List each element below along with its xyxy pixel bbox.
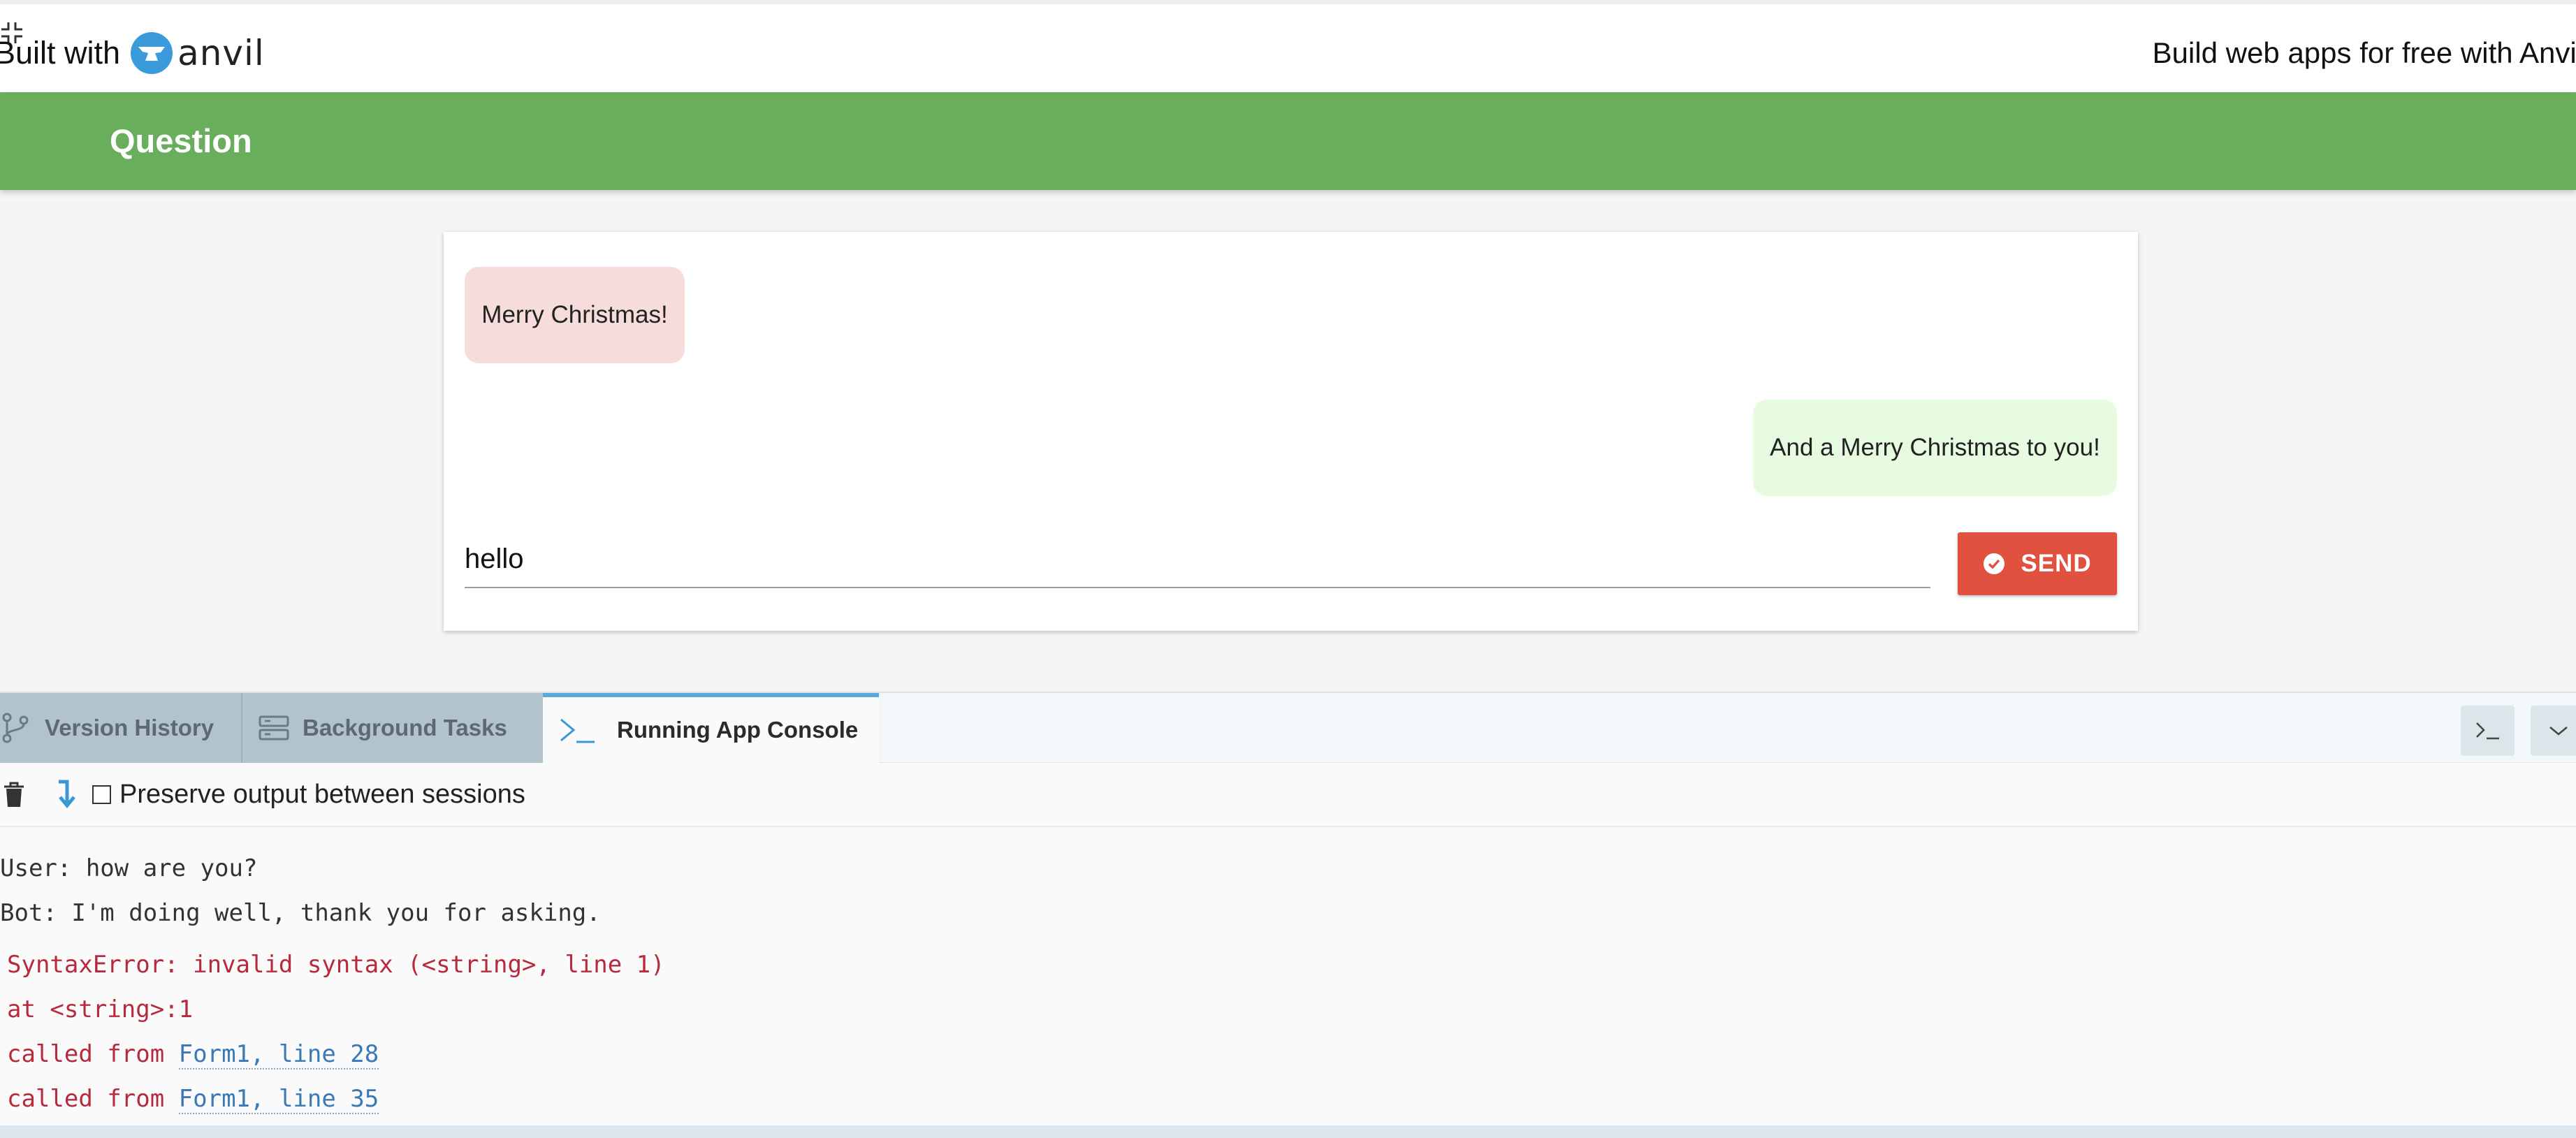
chat-card: Merry Christmas! And a Merry Christmas t… — [444, 232, 2138, 631]
bot-message-bubble: Merry Christmas! — [465, 267, 685, 363]
called-from-text: called from — [7, 1085, 165, 1113]
page-title: Question — [110, 122, 252, 159]
error-traceback-line: called from Form1, line 35 — [7, 1085, 379, 1114]
log-line: User: how are you? — [0, 854, 258, 882]
tab-label: Background Tasks — [303, 715, 507, 741]
user-message-bubble: And a Merry Christmas to you! — [1753, 400, 2117, 496]
app-header: Question — [0, 92, 2576, 190]
chevron-down-icon — [2549, 727, 2568, 736]
terminal-icon — [560, 718, 595, 743]
error-message: SyntaxError: invalid syntax (<string>, l… — [7, 951, 665, 979]
trash-icon[interactable] — [1, 780, 27, 808]
server-icon — [259, 715, 289, 741]
message-input[interactable] — [465, 531, 1930, 588]
tab-label: Running App Console — [617, 717, 859, 743]
tab-label: Version History — [45, 715, 214, 741]
anvil-wordmark: anvil — [177, 33, 265, 73]
called-from-text: called from — [7, 1040, 165, 1068]
check-circle-icon — [1984, 553, 2005, 574]
anvil-logo-icon — [131, 32, 173, 74]
error-traceback-line: called from Form1, line 28 — [7, 1040, 379, 1070]
log-line: Bot: I'm doing well, thank you for askin… — [0, 899, 601, 927]
built-with-anvil-link[interactable]: Built with anvil — [0, 31, 265, 75]
console-toolbar: Preserve output between sessions — [0, 763, 2576, 827]
collapse-panel-button[interactable] — [2531, 706, 2576, 756]
build-free-link[interactable]: Build web apps for free with Anvil — [2153, 36, 2576, 70]
send-label: SEND — [2021, 550, 2092, 577]
traceback-link-line-28[interactable]: Form1, line 28 — [178, 1040, 379, 1070]
status-strip — [0, 1125, 2576, 1138]
tab-running-app-console[interactable]: Running App Console — [543, 693, 879, 763]
send-button[interactable]: SEND — [1958, 532, 2117, 595]
panel-tab-bar: Version History Background Tasks Running… — [0, 693, 2576, 763]
traceback-link-line-35[interactable]: Form1, line 35 — [178, 1085, 379, 1114]
anvil-banner: Built with anvil Build web apps for free… — [0, 0, 2576, 92]
git-branch-icon — [2, 713, 29, 743]
open-terminal-button[interactable] — [2461, 706, 2515, 756]
tab-background-tasks[interactable]: Background Tasks — [242, 693, 543, 763]
bottom-panel: Version History Background Tasks Running… — [0, 692, 2576, 1138]
preserve-output-label: Preserve output between sessions — [119, 779, 525, 809]
terminal-icon — [2475, 722, 2499, 740]
error-location: at <string>:1 — [7, 995, 194, 1023]
preserve-output-checkbox[interactable] — [92, 785, 111, 804]
tab-version-history[interactable]: Version History — [0, 693, 242, 763]
scroll-to-bottom-icon[interactable] — [54, 779, 78, 810]
built-with-text: Built with — [0, 35, 121, 71]
